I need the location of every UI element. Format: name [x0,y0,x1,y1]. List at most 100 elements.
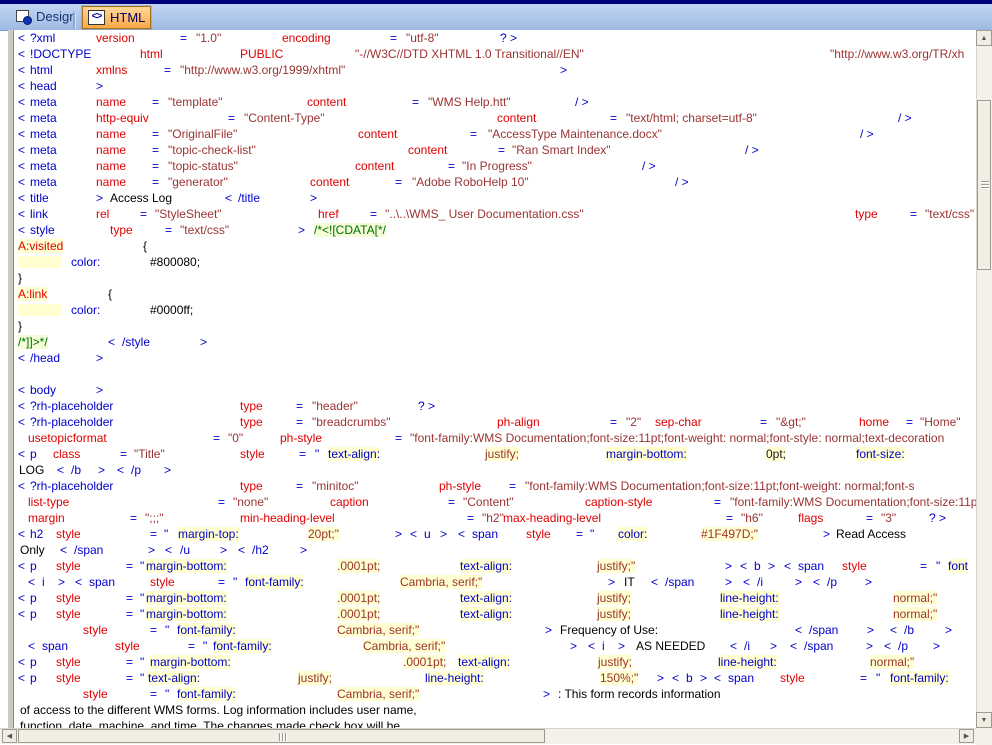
code-token: meta [30,175,57,189]
code-token: = [126,559,133,573]
code-token: "-//W3C//DTD XHTML 1.0 Transitional//EN" [355,47,584,61]
code-token: = [610,111,617,125]
code-token: = [412,95,419,109]
scroll-right-arrow-icon[interactable]: ▶ [959,729,974,743]
code-token: "generator" [168,175,228,189]
code-line: <pstyle="margin-bottom:.0001pt;text-alig… [14,654,976,670]
code-token: < [784,559,791,573]
code-line: <?rh-placeholdertype="breadcrumbs"ph-ali… [14,414,976,430]
code-token: justify; [298,671,332,685]
code-token: "h2" [482,511,504,525]
code-token: caption [330,495,369,509]
code-token: "http://www.w3.org/TR/xh [830,47,964,61]
code-token [18,304,62,316]
code-editor-surface[interactable]: <?xmlversion="1.0"encoding="utf-8"? ><!D… [14,30,976,728]
code-token: = [296,415,303,429]
code-token: name [96,95,126,109]
code-token: < [18,447,25,461]
code-token: = [218,495,225,509]
code-token: = [299,447,306,461]
code-token: text-align: [148,671,200,685]
code-token: "h6" [741,511,763,525]
code-line: <htmlxmlns="http://www.w3.org/1999/xhtml… [14,62,976,78]
code-token: > [657,671,664,685]
code-token: style [526,527,551,541]
code-token: http-equiv [96,111,149,125]
code-token: = [395,175,402,189]
code-token: b [686,671,693,685]
code-token: > [220,543,227,557]
scroll-up-arrow-icon[interactable]: ▲ [976,30,992,46]
code-token: < [28,575,35,589]
code-token: "http://www.w3.org/1999/xhtml" [180,63,345,77]
code-token: < [18,559,25,573]
code-token: style [56,671,81,685]
code-token: < [18,31,25,45]
code-token: = [150,527,157,541]
code-token: "In Progress" [462,159,532,173]
code-token: justify; [485,447,519,461]
code-token: function, date, machine, and time. The c… [20,719,400,728]
code-token: = [860,671,867,685]
vertical-scrollbar-thumb[interactable] [977,100,991,270]
code-token: /*<![CDATA[*/ [314,223,386,237]
code-token: /span [665,575,694,589]
code-token: > [865,575,872,589]
code-token: "Home" [920,415,961,429]
code-token: name [96,143,126,157]
code-token: > [58,575,65,589]
code-token: style [56,559,81,573]
code-token: > [545,623,552,637]
scroll-down-arrow-icon[interactable]: ▼ [976,712,992,728]
code-line: <h2style="margin-top:20pt;"><u><spanstyl… [14,526,976,542]
code-line: of access to the different WMS forms. Lo… [14,702,976,718]
code-token: } [18,271,22,285]
tab-html[interactable]: <> HTML [82,6,151,29]
code-token: > [945,623,952,637]
code-token: i [42,575,45,589]
code-token: = [218,575,225,589]
code-token: .0001pt; [337,559,380,573]
code-line: } [14,318,976,334]
code-token: normal;" [893,591,937,605]
code-token: = [395,431,402,445]
code-token: p [30,671,37,685]
code-token: type [110,223,133,237]
code-token: = [140,207,147,221]
code-token: meta [30,111,57,125]
code-token: font-size: [856,447,905,461]
scroll-left-arrow-icon[interactable]: ◀ [2,729,17,743]
code-line: <i><spanstyle="font-family:Cambria, seri… [14,574,976,590]
code-token: " [140,671,144,685]
code-line: <styletype="text/css">/*<![CDATA[*/ [14,222,976,238]
code-token: "StyleSheet" [155,207,222,221]
code-token: < [18,207,25,221]
code-token: style [150,575,175,589]
code-token: = [448,159,455,173]
code-token: < [18,399,25,413]
tab-design[interactable]: Design [12,6,80,27]
horizontal-scrollbar-thumb[interactable] [18,729,545,743]
code-token: Read Access [836,527,906,541]
code-token: = [910,207,917,221]
code-token: " [165,687,169,701]
code-token: href [318,207,339,221]
code-token: > [795,575,802,589]
code-line: <?rh-placeholdertype="minitoc"ph-style="… [14,478,976,494]
code-token: content [355,159,394,173]
code-token: "AccessType Maintenance.docx" [488,127,662,141]
code-token: color: [71,255,100,269]
code-token: < [18,63,25,77]
code-token: Cambria, serif;" [337,687,419,701]
code-token: /span [74,543,103,557]
code-token: "topic-check-list" [168,143,256,157]
code-token: = [906,415,913,429]
code-token: = [120,447,127,461]
code-token: = [470,127,477,141]
code-token: LOG [19,463,44,477]
code-token: = [126,607,133,621]
code-token: "font-family:WMS Documentation;font-size… [525,479,915,493]
code-line: list-type="none"caption="Content"caption… [14,494,976,510]
code-token: < [790,639,797,653]
code-token: /title [238,191,260,205]
